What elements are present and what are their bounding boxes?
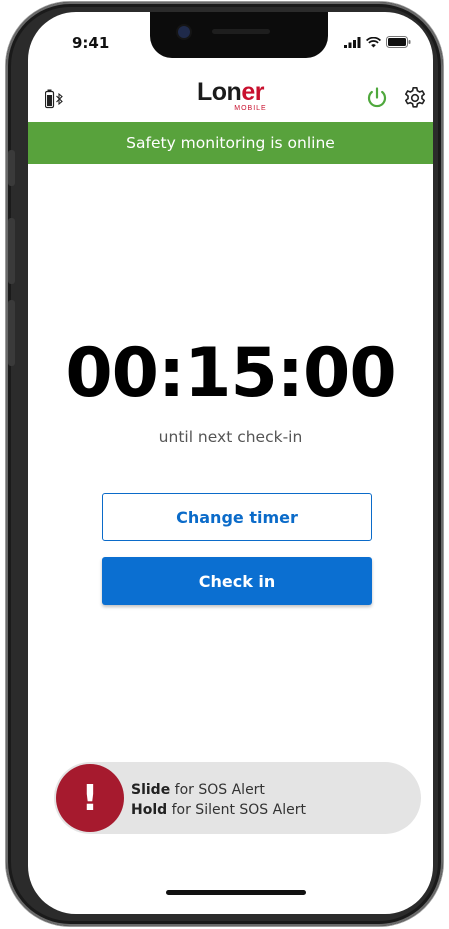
status-icons xyxy=(344,36,411,48)
alert-icon: ! xyxy=(81,777,99,819)
logo-text-red: er xyxy=(241,78,264,106)
battery-icon xyxy=(386,36,411,48)
power-icon[interactable] xyxy=(365,86,389,110)
check-in-button[interactable]: Check in xyxy=(102,557,372,605)
gear-icon[interactable] xyxy=(403,86,427,110)
signal-icon xyxy=(344,36,361,48)
camera-icon xyxy=(178,26,190,38)
speaker-grille xyxy=(212,29,270,34)
volume-down-button xyxy=(8,300,15,366)
sos-slider-handle[interactable]: ! xyxy=(56,764,124,832)
sos-slide-text: for SOS Alert xyxy=(170,782,265,798)
sos-instructions: Slide for SOS Alert Hold for Silent SOS … xyxy=(131,780,306,820)
notch xyxy=(150,12,328,58)
status-time: 9:41 xyxy=(72,34,110,52)
logo-text-dark: Lon xyxy=(197,78,242,106)
sos-line-hold: Hold for Silent SOS Alert xyxy=(131,800,306,820)
countdown-timer: 00:15:00 xyxy=(65,334,396,413)
sos-hold-text: for Silent SOS Alert xyxy=(167,802,306,818)
sos-line-slide: Slide for SOS Alert xyxy=(131,780,306,800)
sos-hold-keyword: Hold xyxy=(131,802,168,818)
status-banner: Safety monitoring is online xyxy=(28,122,433,164)
home-indicator[interactable] xyxy=(166,890,306,895)
timer-caption: until next check-in xyxy=(158,428,303,446)
screen: 9:41 Loner MOBILE Safety monitoring is o… xyxy=(28,12,433,914)
change-timer-button[interactable]: Change timer xyxy=(102,493,372,541)
volume-up-button xyxy=(8,218,15,284)
phone-frame: 9:41 Loner MOBILE Safety monitoring is o… xyxy=(6,2,443,926)
sos-slide-keyword: Slide xyxy=(131,782,171,798)
mute-switch xyxy=(8,150,15,186)
app-bar: Loner MOBILE xyxy=(28,70,433,122)
wifi-icon xyxy=(366,36,381,47)
